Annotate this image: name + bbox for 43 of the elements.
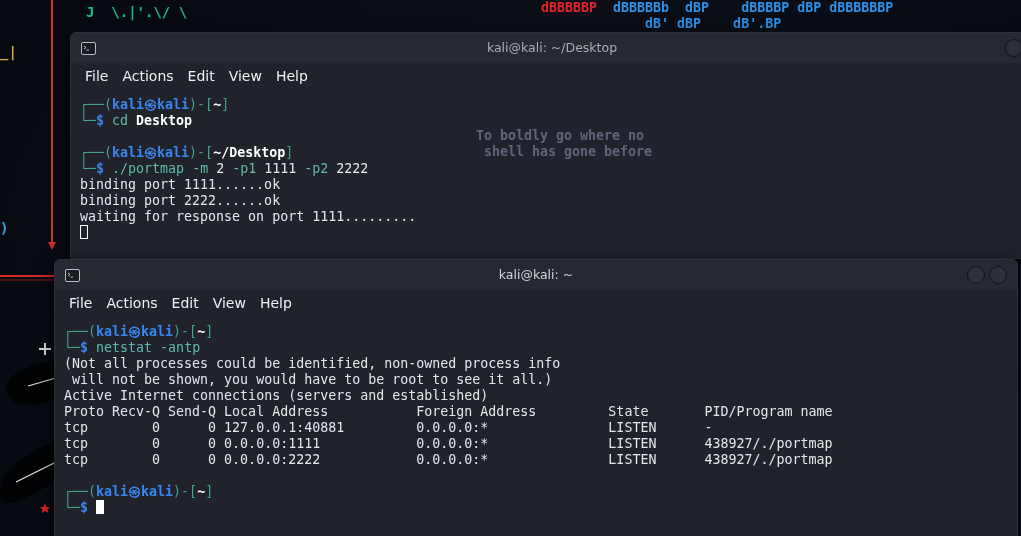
menu-item[interactable]: Edit — [171, 294, 199, 312]
terminal-icon — [65, 268, 80, 282]
window-button[interactable] — [967, 266, 985, 284]
menu-item[interactable]: File — [85, 67, 109, 85]
ascii-art: ) — [0, 220, 9, 236]
ascii-art: _| — [0, 44, 17, 60]
output-line: Active Internet connections (servers and established) — [64, 388, 489, 404]
menu-item[interactable]: File — [69, 294, 93, 312]
prompt-line: ┌──(kali㉿kali)-[~] — [80, 97, 230, 113]
command-line: └─$ ./portmap -m 2 -p1 1111 -p2 2222 — [80, 161, 369, 177]
command-line: └─$ cd Desktop — [80, 113, 193, 129]
output-line: (Not all processes could be identified, non-owned process info — [64, 356, 561, 372]
menu-item[interactable]: View — [212, 294, 246, 312]
ascii-text: dB' dBP dB'.BP — [645, 16, 782, 31]
output-line: tcp 0 0 127.0.0.1:40881 0.0.0.0:* LISTEN - — [64, 420, 713, 436]
output-line: tcp 0 0 0.0.0.0:1111 0.0.0.0:* LISTEN 438927/./portmap — [64, 436, 833, 452]
menu-item[interactable]: Help — [259, 294, 292, 312]
menu-item[interactable]: Edit — [187, 67, 215, 85]
prompt-line: ┌──(kali㉿kali)-[~/Desktop] — [80, 145, 294, 161]
window-title: kali@kali: ~ — [498, 266, 574, 284]
window-button[interactable] — [1005, 39, 1021, 57]
output-line: will not be shown, you would have to be root to see it all.) — [71, 372, 553, 388]
output-line: waiting for response on port 1111......... — [80, 209, 417, 225]
motto-text: To boldly go where no — [476, 128, 645, 144]
prompt-line: ┌──(kali㉿kali)-[~] — [64, 484, 214, 500]
terminal-icon — [81, 41, 96, 55]
output-line: Proto Recv-Q Send-Q Local Address Foreign Address State PID/Program name — [64, 404, 833, 420]
motto-text: shell has gone before — [483, 144, 653, 160]
menu-item[interactable]: Actions — [122, 67, 174, 85]
prompt-line: ┌──(kali㉿kali)-[~] — [64, 324, 214, 340]
command-line: └─$ — [64, 500, 105, 516]
output-line: binding port 2222......ok — [80, 193, 281, 209]
window-title: kali@kali: ~/Desktop — [486, 39, 618, 57]
ascii-art: J \.|'.\/ \ — [86, 4, 188, 20]
ascii-text: dBBBBBb dBP dBBBBP dBP dBBBBBBP — [612, 0, 894, 15]
window-button[interactable] — [989, 266, 1007, 284]
menu-item[interactable]: Help — [275, 67, 308, 85]
output-line: tcp 0 0 0.0.0.0:2222 0.0.0.0:* LISTEN 438927/./portmap — [64, 452, 833, 468]
output-line: binding port 1111......ok — [80, 177, 281, 193]
ascii-text: dBBBBBP — [541, 0, 598, 15]
menu-item[interactable]: View — [228, 67, 262, 85]
menu-item[interactable]: Actions — [106, 294, 158, 312]
command-line: └─$ netstat -antp — [64, 340, 201, 356]
